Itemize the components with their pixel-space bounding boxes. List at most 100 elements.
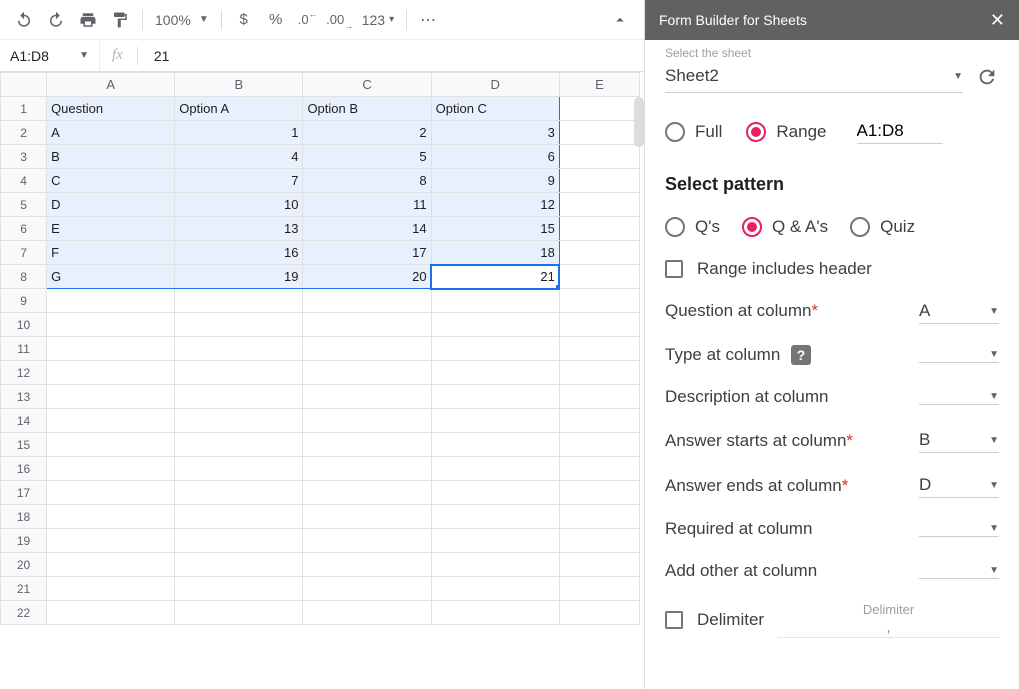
cell-D12[interactable] — [431, 361, 559, 385]
cell-B1[interactable]: Option A — [175, 97, 303, 121]
cell-B12[interactable] — [175, 361, 303, 385]
more-button[interactable]: ⋯ — [415, 6, 443, 34]
currency-button[interactable]: $ — [230, 6, 258, 34]
cell-E18[interactable] — [559, 505, 639, 529]
cell-E14[interactable] — [559, 409, 639, 433]
cell-E6[interactable] — [559, 217, 639, 241]
col-header-E[interactable]: E — [559, 73, 639, 97]
cell-E1[interactable] — [559, 97, 639, 121]
delimiter-checkbox[interactable]: Delimiter — [665, 610, 764, 630]
cell-D8[interactable]: 21 — [431, 265, 559, 289]
row-header-15[interactable]: 15 — [1, 433, 47, 457]
scrollbar-thumb[interactable] — [634, 97, 644, 147]
cell-E20[interactable] — [559, 553, 639, 577]
cell-D11[interactable] — [431, 337, 559, 361]
cell-C10[interactable] — [303, 313, 431, 337]
row-header-9[interactable]: 9 — [1, 289, 47, 313]
row-header-8[interactable]: 8 — [1, 265, 47, 289]
select-all-corner[interactable] — [1, 73, 47, 97]
cell-D17[interactable] — [431, 481, 559, 505]
collapse-toolbar-button[interactable] — [606, 6, 634, 34]
name-box[interactable]: A1:D8 ▼ — [0, 40, 100, 71]
range-radio[interactable]: Range — [746, 122, 826, 142]
cell-E22[interactable] — [559, 601, 639, 625]
row-header-19[interactable]: 19 — [1, 529, 47, 553]
question-col-select[interactable]: A ▼ — [919, 299, 999, 324]
cell-E9[interactable] — [559, 289, 639, 313]
cell-D15[interactable] — [431, 433, 559, 457]
cell-B19[interactable] — [175, 529, 303, 553]
cell-A4[interactable]: C — [47, 169, 175, 193]
qa-radio[interactable]: Q & A's — [742, 217, 828, 237]
cell-C1[interactable]: Option B — [303, 97, 431, 121]
cell-A16[interactable] — [47, 457, 175, 481]
cell-A2[interactable]: A — [47, 121, 175, 145]
cell-C18[interactable] — [303, 505, 431, 529]
cell-C20[interactable] — [303, 553, 431, 577]
answer-end-col-select[interactable]: D ▼ — [919, 473, 999, 498]
cell-C15[interactable] — [303, 433, 431, 457]
cell-B4[interactable]: 7 — [175, 169, 303, 193]
header-checkbox[interactable]: Range includes header — [665, 259, 999, 279]
quiz-radio[interactable]: Quiz — [850, 217, 915, 237]
cell-A9[interactable] — [47, 289, 175, 313]
cell-D18[interactable] — [431, 505, 559, 529]
cell-C7[interactable]: 17 — [303, 241, 431, 265]
cell-E12[interactable] — [559, 361, 639, 385]
cell-A11[interactable] — [47, 337, 175, 361]
cell-C12[interactable] — [303, 361, 431, 385]
cell-D2[interactable]: 3 — [431, 121, 559, 145]
cell-B10[interactable] — [175, 313, 303, 337]
cell-D9[interactable] — [431, 289, 559, 313]
row-header-1[interactable]: 1 — [1, 97, 47, 121]
row-header-14[interactable]: 14 — [1, 409, 47, 433]
cell-E13[interactable] — [559, 385, 639, 409]
cell-B2[interactable]: 1 — [175, 121, 303, 145]
cell-D16[interactable] — [431, 457, 559, 481]
cell-C5[interactable]: 11 — [303, 193, 431, 217]
cell-D5[interactable]: 12 — [431, 193, 559, 217]
cell-A7[interactable]: F — [47, 241, 175, 265]
help-icon[interactable]: ? — [791, 345, 811, 365]
cell-D10[interactable] — [431, 313, 559, 337]
cell-D22[interactable] — [431, 601, 559, 625]
cell-A10[interactable] — [47, 313, 175, 337]
cell-B13[interactable] — [175, 385, 303, 409]
row-header-17[interactable]: 17 — [1, 481, 47, 505]
cell-E7[interactable] — [559, 241, 639, 265]
cell-D6[interactable]: 15 — [431, 217, 559, 241]
decrease-decimal-button[interactable]: .0← — [294, 6, 322, 34]
cell-C8[interactable]: 20 — [303, 265, 431, 289]
cell-A21[interactable] — [47, 577, 175, 601]
cell-C19[interactable] — [303, 529, 431, 553]
cell-B22[interactable] — [175, 601, 303, 625]
print-button[interactable] — [74, 6, 102, 34]
cell-D20[interactable] — [431, 553, 559, 577]
col-header-D[interactable]: D — [431, 73, 559, 97]
cell-A18[interactable] — [47, 505, 175, 529]
number-format-select[interactable]: 123 ▾ — [358, 12, 398, 28]
description-col-select[interactable]: ▼ — [919, 389, 999, 405]
cell-E2[interactable] — [559, 121, 639, 145]
grid[interactable]: ABCDE 1QuestionOption AOption BOption C2… — [0, 72, 644, 689]
cell-B21[interactable] — [175, 577, 303, 601]
row-header-7[interactable]: 7 — [1, 241, 47, 265]
cell-A14[interactable] — [47, 409, 175, 433]
cell-E8[interactable] — [559, 265, 639, 289]
cell-B5[interactable]: 10 — [175, 193, 303, 217]
zoom-select[interactable]: 100% ▼ — [151, 12, 213, 28]
cell-C2[interactable]: 2 — [303, 121, 431, 145]
cell-A17[interactable] — [47, 481, 175, 505]
cell-A22[interactable] — [47, 601, 175, 625]
row-header-5[interactable]: 5 — [1, 193, 47, 217]
cell-D14[interactable] — [431, 409, 559, 433]
row-header-2[interactable]: 2 — [1, 121, 47, 145]
cell-E17[interactable] — [559, 481, 639, 505]
cell-A1[interactable]: Question — [47, 97, 175, 121]
cell-A8[interactable]: G — [47, 265, 175, 289]
cell-E21[interactable] — [559, 577, 639, 601]
cell-E15[interactable] — [559, 433, 639, 457]
redo-button[interactable] — [42, 6, 70, 34]
cell-A15[interactable] — [47, 433, 175, 457]
cell-B14[interactable] — [175, 409, 303, 433]
